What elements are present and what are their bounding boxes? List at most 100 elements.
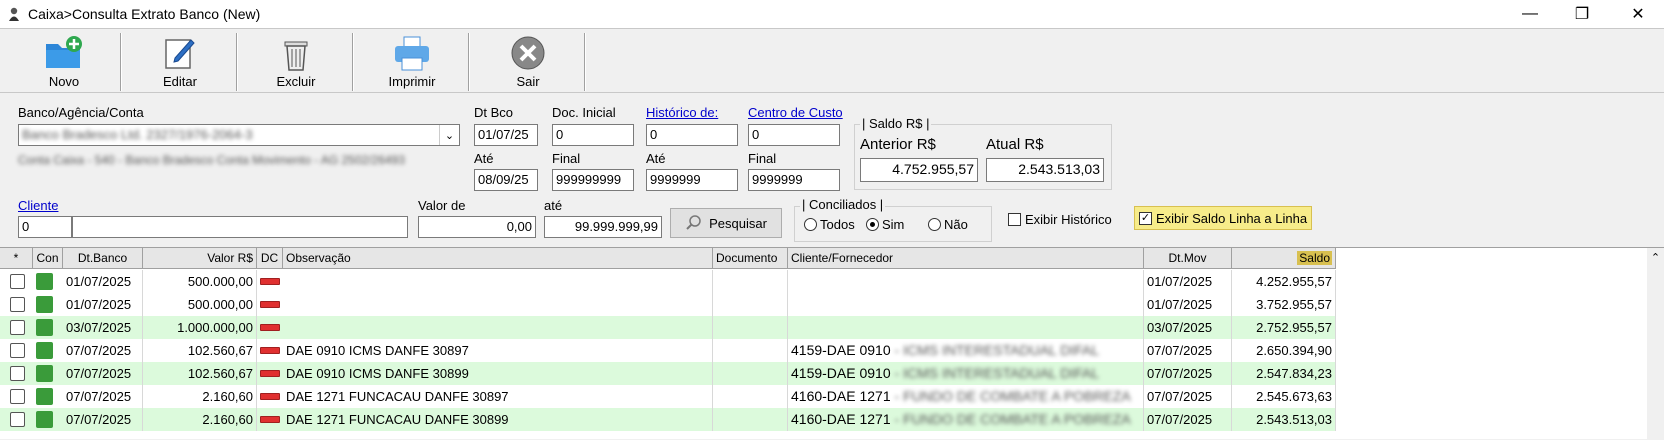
- row-checkbox[interactable]: [10, 343, 25, 358]
- minimize-button[interactable]: —: [1506, 0, 1554, 28]
- pesquisar-button[interactable]: Pesquisar: [670, 208, 782, 238]
- cell-valor: 102.560,67: [143, 339, 257, 362]
- col-header-cliente[interactable]: Cliente/Fornecedor: [788, 248, 1144, 269]
- col-header-saldo[interactable]: Saldo: [1232, 248, 1336, 269]
- close-window-button[interactable]: ✕: [1614, 0, 1662, 28]
- edit-icon: [159, 33, 201, 73]
- cell-cliente-text: 4159-DAE 0910: [791, 342, 891, 358]
- table-row[interactable]: 07/07/2025 102.560,67 DAE 0910 ICMS DANFE …: [0, 362, 1336, 385]
- anterior-field: 4.752.955,57: [860, 158, 978, 182]
- col-header-dc[interactable]: DC: [257, 248, 283, 269]
- radio-nao[interactable]: Não: [928, 217, 968, 232]
- cell-cliente-detail: - FUNDO DE COMBATE A POBREZA: [890, 388, 1131, 404]
- exibir-saldo-checkbox[interactable]: ✓ Exibir Saldo Linha a Linha: [1134, 206, 1313, 230]
- doc-final-field[interactable]: 999999999: [552, 169, 634, 191]
- row-checkbox[interactable]: [10, 274, 25, 289]
- col-header-select[interactable]: *: [0, 248, 33, 269]
- col-header-dtmov[interactable]: Dt.Mov: [1144, 248, 1232, 269]
- cell-dtmov-text: 07/07/2025: [1147, 389, 1213, 404]
- conciliado-icon[interactable]: [36, 365, 53, 382]
- cell-saldo-text: 2.650.394,90: [1256, 343, 1332, 358]
- conciliado-icon[interactable]: [36, 388, 53, 405]
- sair-button[interactable]: Sair: [474, 33, 582, 91]
- dtbco-field[interactable]: 01/07/25: [474, 124, 538, 146]
- vertical-scrollbar[interactable]: ⌃: [1647, 248, 1664, 440]
- banco-description: Conta Caixa - 540 - Banco Bradesco Conta…: [18, 153, 405, 167]
- conciliado-icon[interactable]: [36, 319, 53, 336]
- conciliado-icon[interactable]: [36, 273, 53, 290]
- cliente-link[interactable]: Cliente: [18, 198, 58, 213]
- cell-dtbanco: 01/07/2025: [63, 293, 143, 316]
- novo-button[interactable]: Novo: [10, 33, 118, 91]
- row-checkbox[interactable]: [10, 297, 25, 312]
- radio-todos[interactable]: Todos: [804, 217, 855, 232]
- dtbco-ate-field[interactable]: 08/09/25: [474, 169, 538, 191]
- conciliados-group-title: | Conciliados |: [800, 197, 886, 212]
- col-header-documento[interactable]: Documento: [713, 248, 788, 269]
- cell-observacao-text: DAE 1271 FUNCACAU DANFE 30897: [286, 389, 509, 404]
- chevron-down-icon[interactable]: ⌄: [439, 125, 459, 145]
- centro-custo-final-field[interactable]: 9999999: [748, 169, 840, 191]
- cell-observacao-text: DAE 0910 ICMS DANFE 30899: [286, 366, 469, 381]
- table-row[interactable]: 01/07/2025 500.000,00 01/07/2025 4.252.955,…: [0, 270, 1336, 293]
- excluir-button[interactable]: Excluir: [242, 33, 350, 91]
- conciliado-icon[interactable]: [36, 296, 53, 313]
- toolbar-separator: [352, 33, 354, 91]
- table-row[interactable]: 07/07/2025 102.560,67 DAE 0910 ICMS DANFE …: [0, 339, 1336, 362]
- radio-sim[interactable]: Sim: [866, 217, 904, 232]
- cell-valor-text: 2.160,60: [202, 412, 253, 427]
- cliente-code-field[interactable]: 0: [18, 216, 72, 238]
- table-row[interactable]: 01/07/2025 500.000,00 01/07/2025 3.752.955,…: [0, 293, 1336, 316]
- cell-cliente: 4159-DAE 0910 - ICMS INTERESTADUAL DIFAL: [788, 339, 1144, 362]
- cell-documento: [713, 362, 788, 385]
- cell-valor-text: 102.560,67: [187, 343, 253, 358]
- cell-observacao-text: DAE 1271 FUNCACAU DANFE 30899: [286, 412, 509, 427]
- row-checkbox[interactable]: [10, 412, 25, 427]
- exibir-historico-label: Exibir Histórico: [1025, 212, 1112, 227]
- col-header-observacao[interactable]: Observação: [283, 248, 713, 269]
- conciliado-icon[interactable]: [36, 411, 53, 428]
- cell-dtbanco-text: 03/07/2025: [66, 320, 132, 335]
- valor-de-field[interactable]: 0,00: [418, 216, 536, 238]
- cell-dtbanco: 07/07/2025: [63, 385, 143, 408]
- cell-dtmov-text: 07/07/2025: [1147, 343, 1213, 358]
- scroll-up-icon[interactable]: ⌃: [1647, 248, 1664, 268]
- table-row[interactable]: 03/07/2025 1.000.000,00 03/07/2025 2.752.95…: [0, 316, 1336, 339]
- conciliado-icon[interactable]: [36, 342, 53, 359]
- col-header-dtbanco[interactable]: Dt.Banco: [63, 248, 143, 269]
- centro-custo-link[interactable]: Centro de Custo: [748, 105, 843, 120]
- toolbar-separator: [584, 33, 586, 91]
- cell-saldo: 2.650.394,90: [1232, 339, 1336, 362]
- col-header-valor[interactable]: Valor R$: [143, 248, 257, 269]
- valor-de-label: Valor de: [418, 198, 466, 213]
- banco-label: Banco/Agência/Conta: [18, 105, 144, 120]
- banco-select[interactable]: Banco Bradesco Ltd. 2327/1976-2064-3 ⌄: [18, 124, 460, 146]
- editar-button[interactable]: Editar: [126, 33, 234, 91]
- cell-dtbanco-text: 01/07/2025: [66, 297, 132, 312]
- cliente-name-field[interactable]: [72, 216, 408, 238]
- cell-dtbanco: 07/07/2025: [63, 408, 143, 431]
- row-checkbox[interactable]: [10, 389, 25, 404]
- doc-inicial-field[interactable]: 0: [552, 124, 634, 146]
- table-row[interactable]: 07/07/2025 2.160,60 DAE 1271 FUNCACAU DANF…: [0, 385, 1336, 408]
- dtbco-label: Dt Bco: [474, 105, 514, 120]
- close-circle-icon: [507, 33, 549, 73]
- cell-saldo: 2.547.834,23: [1232, 362, 1336, 385]
- row-checkbox[interactable]: [10, 366, 25, 381]
- maximize-button[interactable]: ❐: [1558, 0, 1606, 28]
- col-header-con[interactable]: Con: [33, 248, 63, 269]
- cell-dtmov-text: 07/07/2025: [1147, 366, 1213, 381]
- historico-field[interactable]: 0: [646, 124, 738, 146]
- atual-field: 2.543.513,03: [986, 158, 1104, 182]
- cell-valor-text: 2.160,60: [202, 389, 253, 404]
- exibir-historico-checkbox[interactable]: Exibir Histórico: [1008, 212, 1112, 227]
- folder-add-icon: [43, 33, 85, 73]
- historico-link[interactable]: Histórico de:: [646, 105, 718, 120]
- imprimir-button[interactable]: Imprimir: [358, 33, 466, 91]
- centro-custo-field[interactable]: 0: [748, 124, 840, 146]
- anterior-label: Anterior R$: [860, 136, 936, 153]
- historico-ate-field[interactable]: 9999999: [646, 169, 738, 191]
- row-checkbox[interactable]: [10, 320, 25, 335]
- valor-ate-field[interactable]: 99.999.999,99: [544, 216, 662, 238]
- table-row[interactable]: 07/07/2025 2.160,60 DAE 1271 FUNCACAU DANF…: [0, 408, 1336, 431]
